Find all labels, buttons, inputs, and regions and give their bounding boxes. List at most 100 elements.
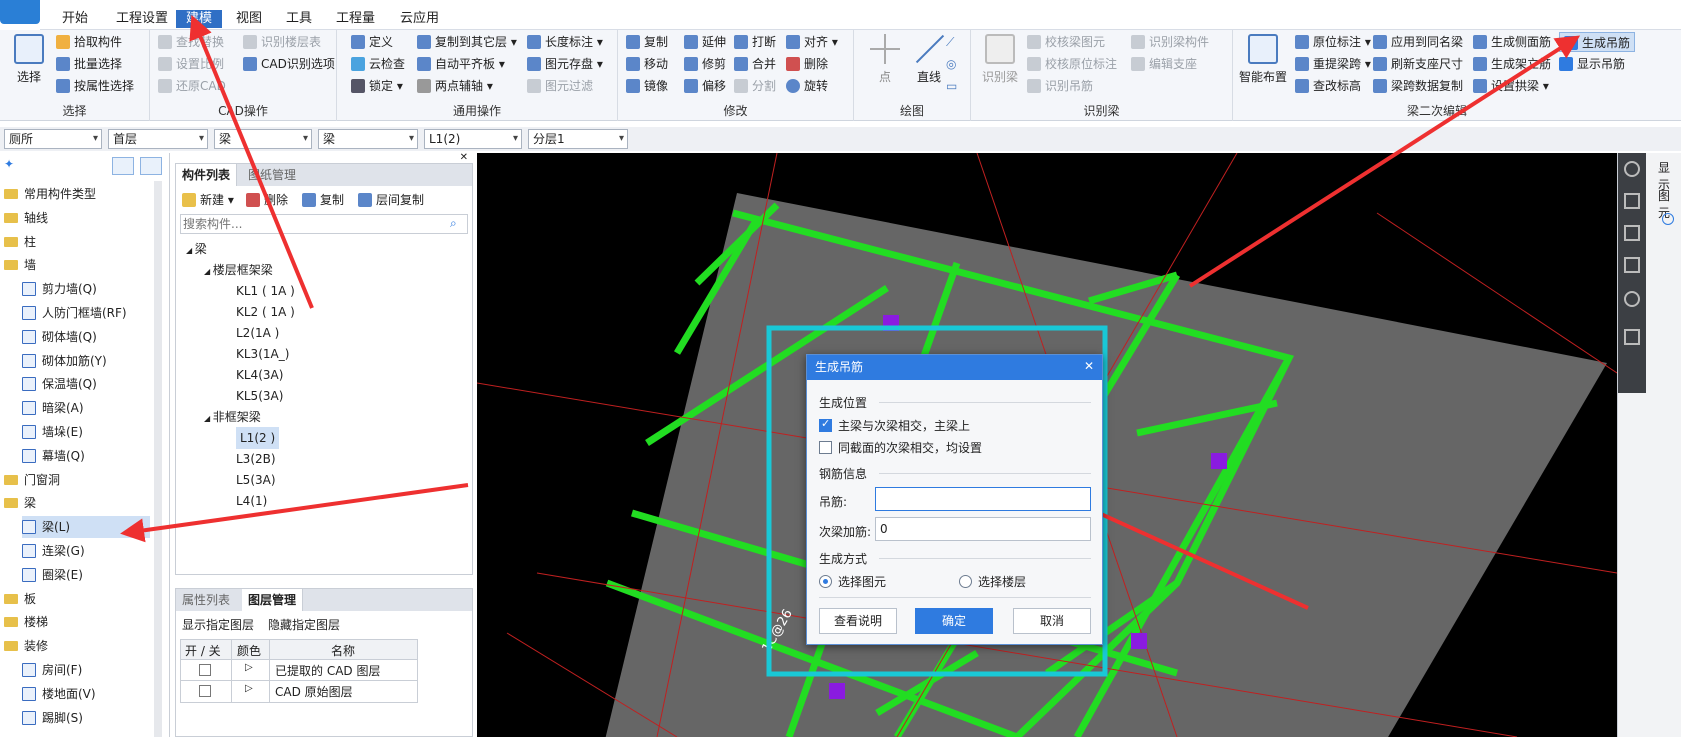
tree-item[interactable]: 暗梁(A) <box>22 397 150 419</box>
tree-item[interactable]: 砌体墙(Q) <box>22 326 150 348</box>
delete-button[interactable]: 删除 <box>786 54 828 74</box>
component-item[interactable]: L2(1A ) <box>236 322 279 344</box>
tree-item[interactable]: 幕墙(Q) <box>22 445 150 467</box>
auto-align-slab-button[interactable]: 自动平齐板 ▾ <box>417 54 505 74</box>
menu-project-settings[interactable]: 工程设置 <box>106 10 178 28</box>
tree-item[interactable]: 梁(L) <box>22 516 150 539</box>
list-view-icon[interactable] <box>112 157 134 175</box>
tree-folder[interactable]: 柱 <box>4 231 150 253</box>
rotate-button[interactable]: 旋转 <box>786 76 828 96</box>
layer-1-expand-icon[interactable]: ▷ <box>245 662 253 673</box>
collapse-arrow-icon[interactable]: ◢ <box>186 246 195 255</box>
identify-beam-comp-button[interactable]: 识别梁构件 <box>1131 32 1209 52</box>
component-item[interactable]: L5(3A) <box>236 469 276 491</box>
check-beam-button[interactable]: 校核梁图元 <box>1027 32 1105 52</box>
new-component-button[interactable]: 新建 ▾ <box>182 190 234 210</box>
component-select[interactable]: L1(2) <box>424 129 522 149</box>
define-button[interactable]: 定义 <box>351 32 393 52</box>
span-copy-button[interactable]: 梁跨数据复制 <box>1373 76 1463 96</box>
copy-component-button[interactable]: 复制 <box>302 190 344 210</box>
component-item[interactable]: KL4(3A) <box>236 364 283 386</box>
room-select[interactable]: 厕所 <box>4 129 102 149</box>
delete-component-button[interactable]: 删除 <box>246 190 288 210</box>
refresh-support-button[interactable]: 刷新支座尺寸 <box>1373 54 1463 74</box>
tab-drawing-manage[interactable]: 图纸管理 <box>242 164 303 186</box>
menu-cloud[interactable]: 云应用 <box>390 10 449 28</box>
tree-folder[interactable]: 轴线 <box>4 207 150 229</box>
option-same-section-checkbox[interactable] <box>819 441 832 454</box>
re-span-button[interactable]: 重提梁跨 ▾ <box>1295 54 1371 74</box>
radio-select-floor[interactable]: 选择楼层 <box>959 573 1026 590</box>
rect-tool-icon[interactable]: ▭ <box>946 76 957 96</box>
radio-select-element-dot[interactable] <box>819 575 832 588</box>
tree-folder[interactable]: 板 <box>4 588 150 610</box>
collapse-arrow-icon[interactable]: ◢ <box>204 414 213 423</box>
layer-select[interactable]: 分层1 <box>528 129 628 149</box>
menu-modeling[interactable]: 建模 <box>176 10 223 28</box>
component-item[interactable]: KL5(3A) <box>236 385 283 407</box>
pin-icon[interactable]: ✦ <box>4 157 14 171</box>
tree-item[interactable]: 人防门框墙(RF) <box>22 302 150 324</box>
menu-quantity[interactable]: 工程量 <box>326 10 385 28</box>
restore-cad-button[interactable]: 还原CAD <box>158 76 226 96</box>
tree-folder[interactable]: 常用构件类型 <box>4 183 150 205</box>
offset-button[interactable]: 偏移 <box>684 76 726 96</box>
copy-button[interactable]: 复制 <box>626 32 668 52</box>
break-button[interactable]: 打断 <box>734 32 776 52</box>
tree-item[interactable]: 墙垛(E) <box>22 421 150 443</box>
view-help-button[interactable]: 查看说明 <box>819 608 897 634</box>
apply-same-name-button[interactable]: 应用到同名梁 <box>1373 32 1463 52</box>
component-item[interactable]: L4(1) <box>236 490 267 512</box>
layer-2-checkbox[interactable] <box>199 685 211 697</box>
tree-group[interactable]: ◢ 非框架梁 <box>204 406 261 428</box>
orbit-icon[interactable] <box>1624 161 1640 177</box>
element-filter-button[interactable]: 图元过滤 <box>527 76 593 96</box>
cad-options-button[interactable]: CAD识别选项 <box>243 54 335 74</box>
tree-folder[interactable]: 装修 <box>4 635 150 657</box>
tree-scrollbar[interactable] <box>154 181 162 737</box>
two-point-axis-button[interactable]: 两点辅轴 ▾ <box>417 76 493 96</box>
set-arch-beam-button[interactable]: 设置拱梁 ▾ <box>1473 76 1549 96</box>
smart-layout-button[interactable]: 智能布置 <box>1235 34 1291 85</box>
element-save-button[interactable]: 图元存盘 ▾ <box>527 54 603 74</box>
radio-select-floor-dot[interactable] <box>959 575 972 588</box>
type-select[interactable]: 梁 <box>214 129 312 149</box>
select-button[interactable]: 选择 <box>6 34 52 85</box>
tree-folder[interactable]: 门窗洞 <box>4 469 150 491</box>
tree-item[interactable]: 圈梁(E) <box>22 564 150 586</box>
layer-1-checkbox[interactable] <box>199 664 211 676</box>
show-layer-button[interactable]: 显示指定图层 <box>182 615 254 635</box>
cloud-check-button[interactable]: 云检查 <box>351 54 405 74</box>
grid-toggle-icon[interactable] <box>1624 329 1640 345</box>
hide-layer-button[interactable]: 隐藏指定图层 <box>268 615 340 635</box>
component-item[interactable]: KL3(1A_) <box>236 343 289 365</box>
tree-group[interactable]: ◢ 楼层框架梁 <box>204 259 273 281</box>
grid-view-icon[interactable] <box>140 157 162 175</box>
tree-folder[interactable]: 楼梯 <box>4 611 150 633</box>
show-hanger-rebar-button[interactable]: 显示吊筋 <box>1559 54 1625 74</box>
mirror-button[interactable]: 镜像 <box>626 76 668 96</box>
component-item[interactable]: KL2 ( 1A ) <box>236 301 295 323</box>
tree-item[interactable]: 砌体加筋(Y) <box>22 350 150 372</box>
tree-item[interactable]: 房间(F) <box>22 659 150 681</box>
option-main-secondary[interactable]: 主梁与次梁相交，主梁上 <box>819 417 970 434</box>
radio-select-element[interactable]: 选择图元 <box>819 573 886 590</box>
trim-button[interactable]: 修剪 <box>684 54 726 74</box>
tab-layer-manage[interactable]: 图层管理 <box>242 589 304 611</box>
select-by-property-button[interactable]: 按属性选择 <box>56 76 134 96</box>
close-icon[interactable]: ✕ <box>460 152 468 163</box>
component-item[interactable]: L3(2B) <box>236 448 276 470</box>
find-replace-button[interactable]: 查找替换 <box>158 32 224 52</box>
copy-to-other-floor-button[interactable]: 复制到其它层 ▾ <box>417 32 517 52</box>
menu-tools[interactable]: 工具 <box>276 10 322 28</box>
view-box-icon[interactable] <box>1624 257 1640 273</box>
tree-item[interactable]: 剪力墙(Q) <box>22 278 150 300</box>
tree-folder[interactable]: 梁 <box>4 492 150 514</box>
component-item[interactable]: L1(2 ) <box>236 427 280 449</box>
check-origin-mark-button[interactable]: 校核原位标注 <box>1027 54 1117 74</box>
extend-button[interactable]: 延伸 <box>684 32 726 52</box>
rotate-view-icon[interactable] <box>1624 291 1640 307</box>
tree-item[interactable]: 楼地面(V) <box>22 683 150 705</box>
option-same-section[interactable]: 同截面的次梁相交，均设置 <box>819 439 982 456</box>
collapse-arrow-icon[interactable]: ◢ <box>204 267 213 276</box>
